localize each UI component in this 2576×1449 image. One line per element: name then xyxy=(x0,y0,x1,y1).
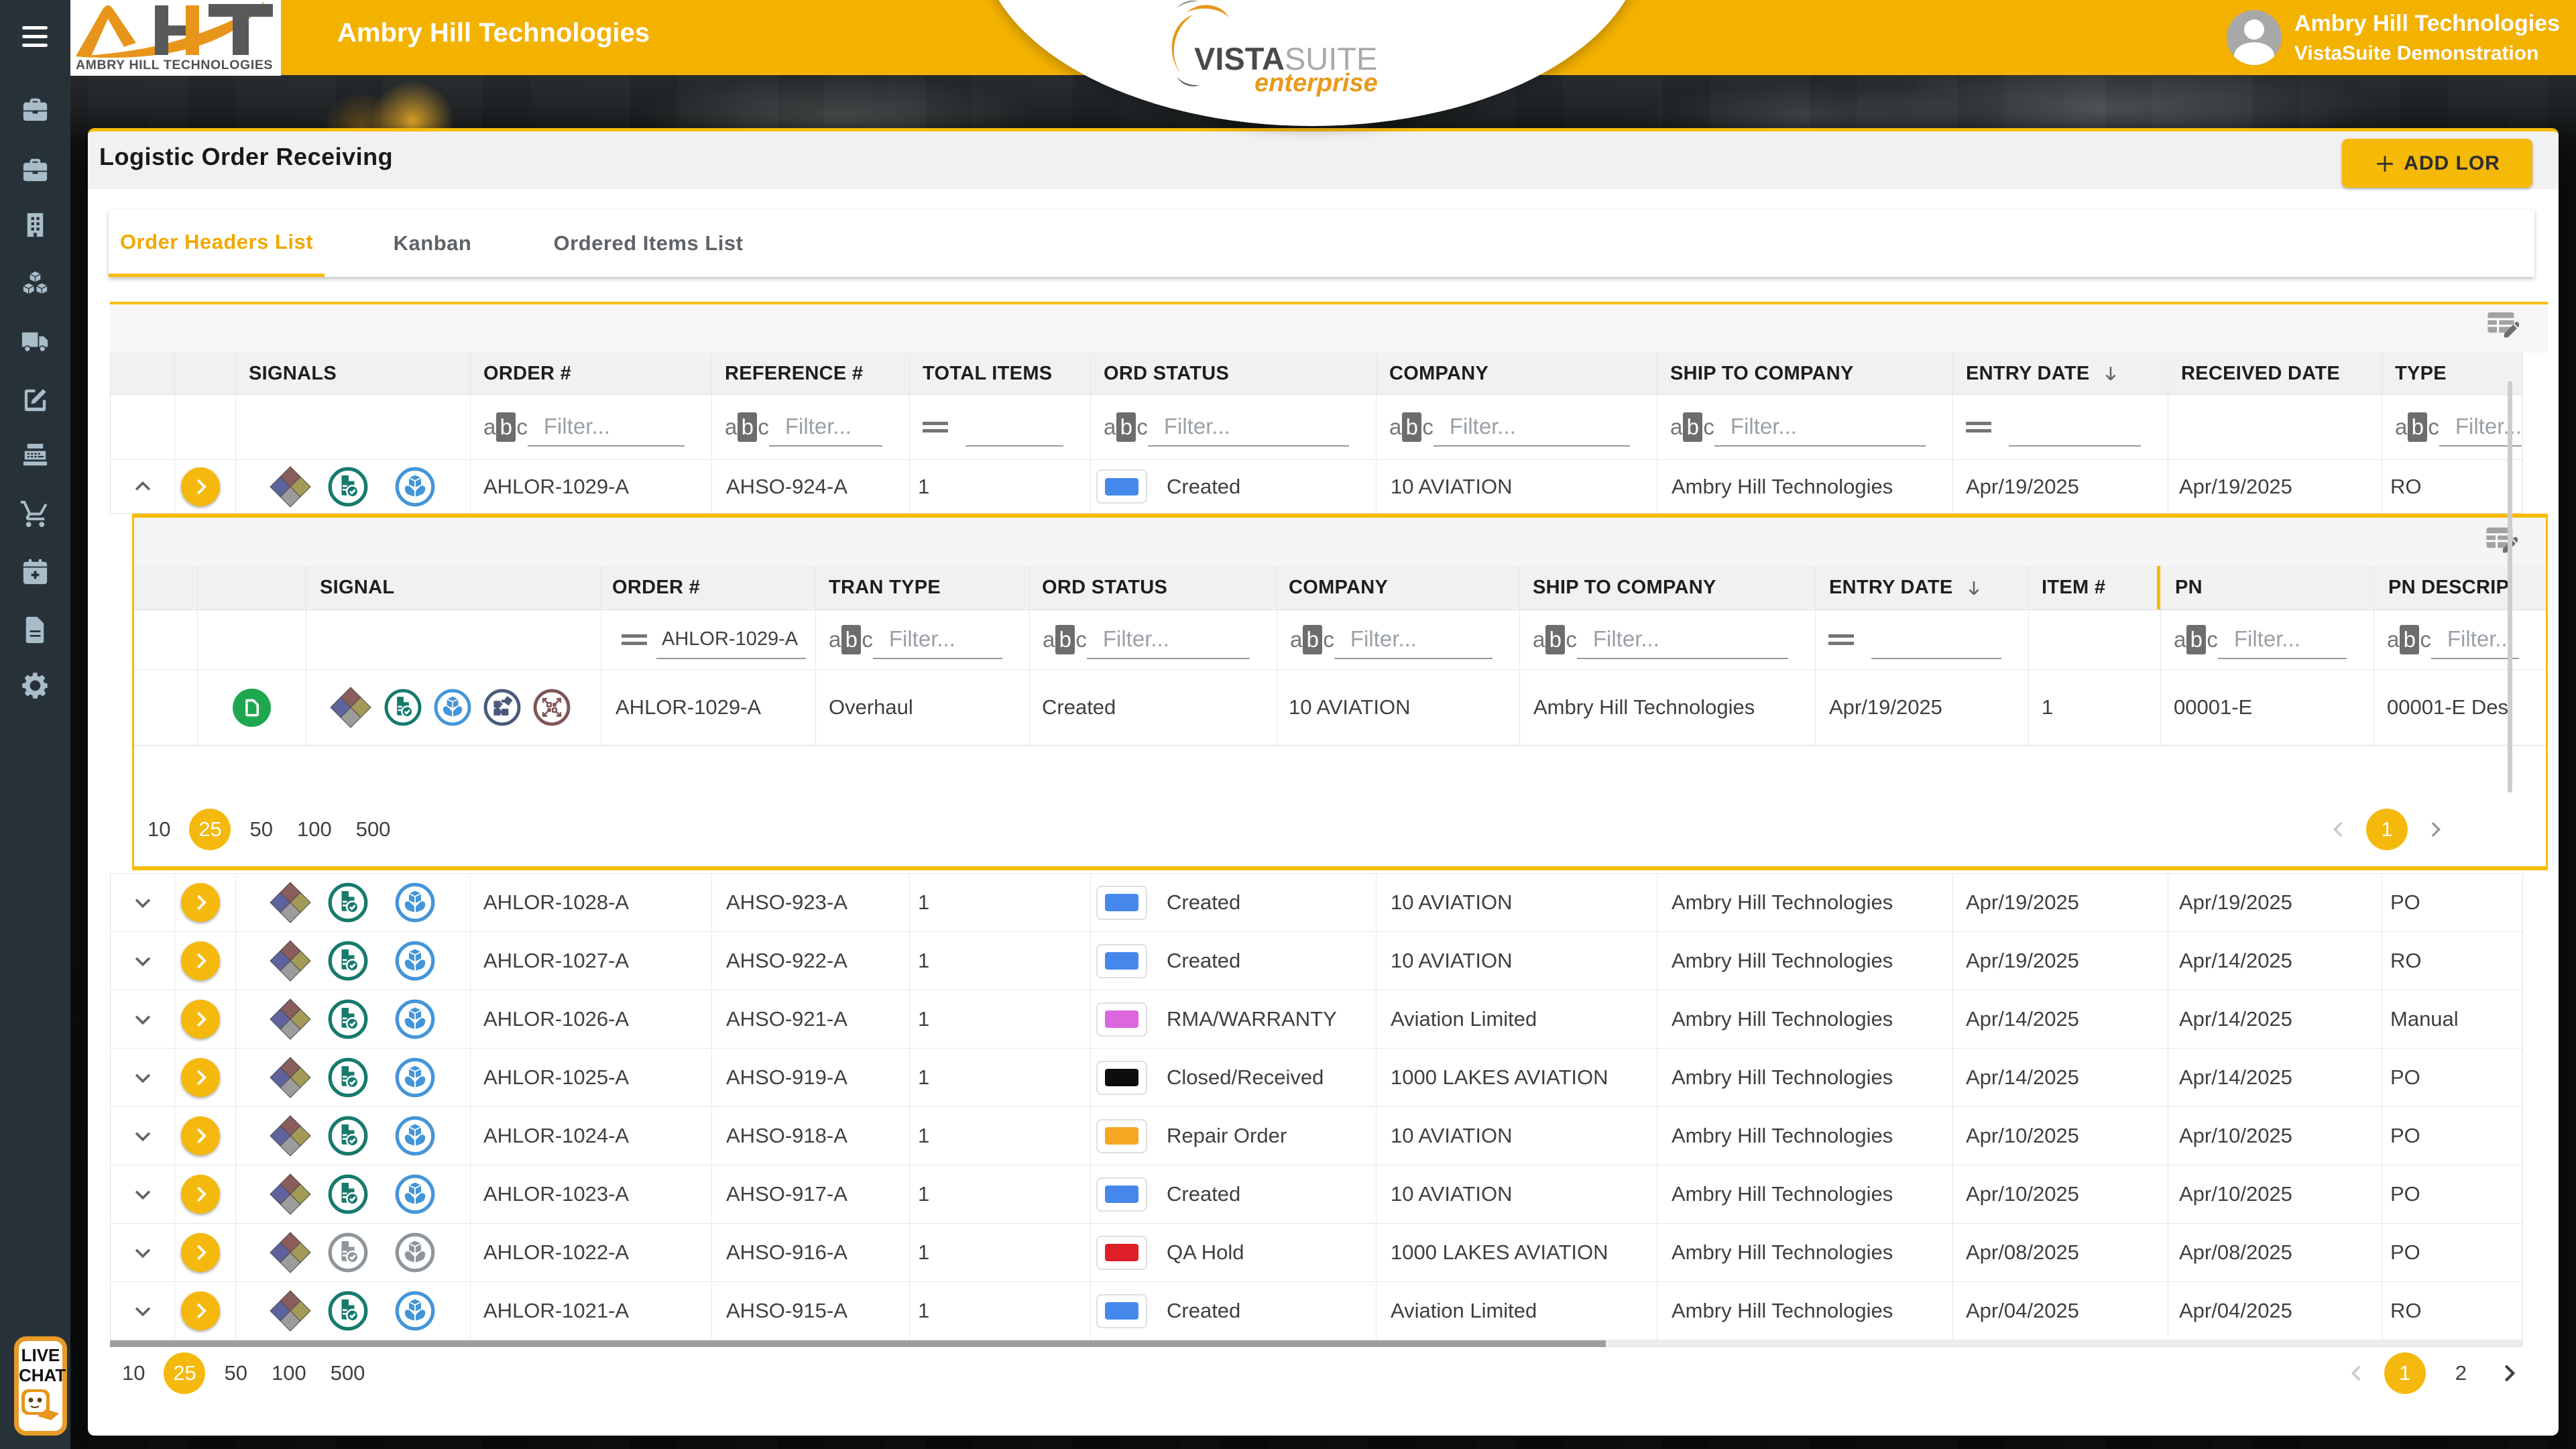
svg-text:AMBRY HILL TECHNOLOGIES: AMBRY HILL TECHNOLOGIES xyxy=(76,58,273,72)
